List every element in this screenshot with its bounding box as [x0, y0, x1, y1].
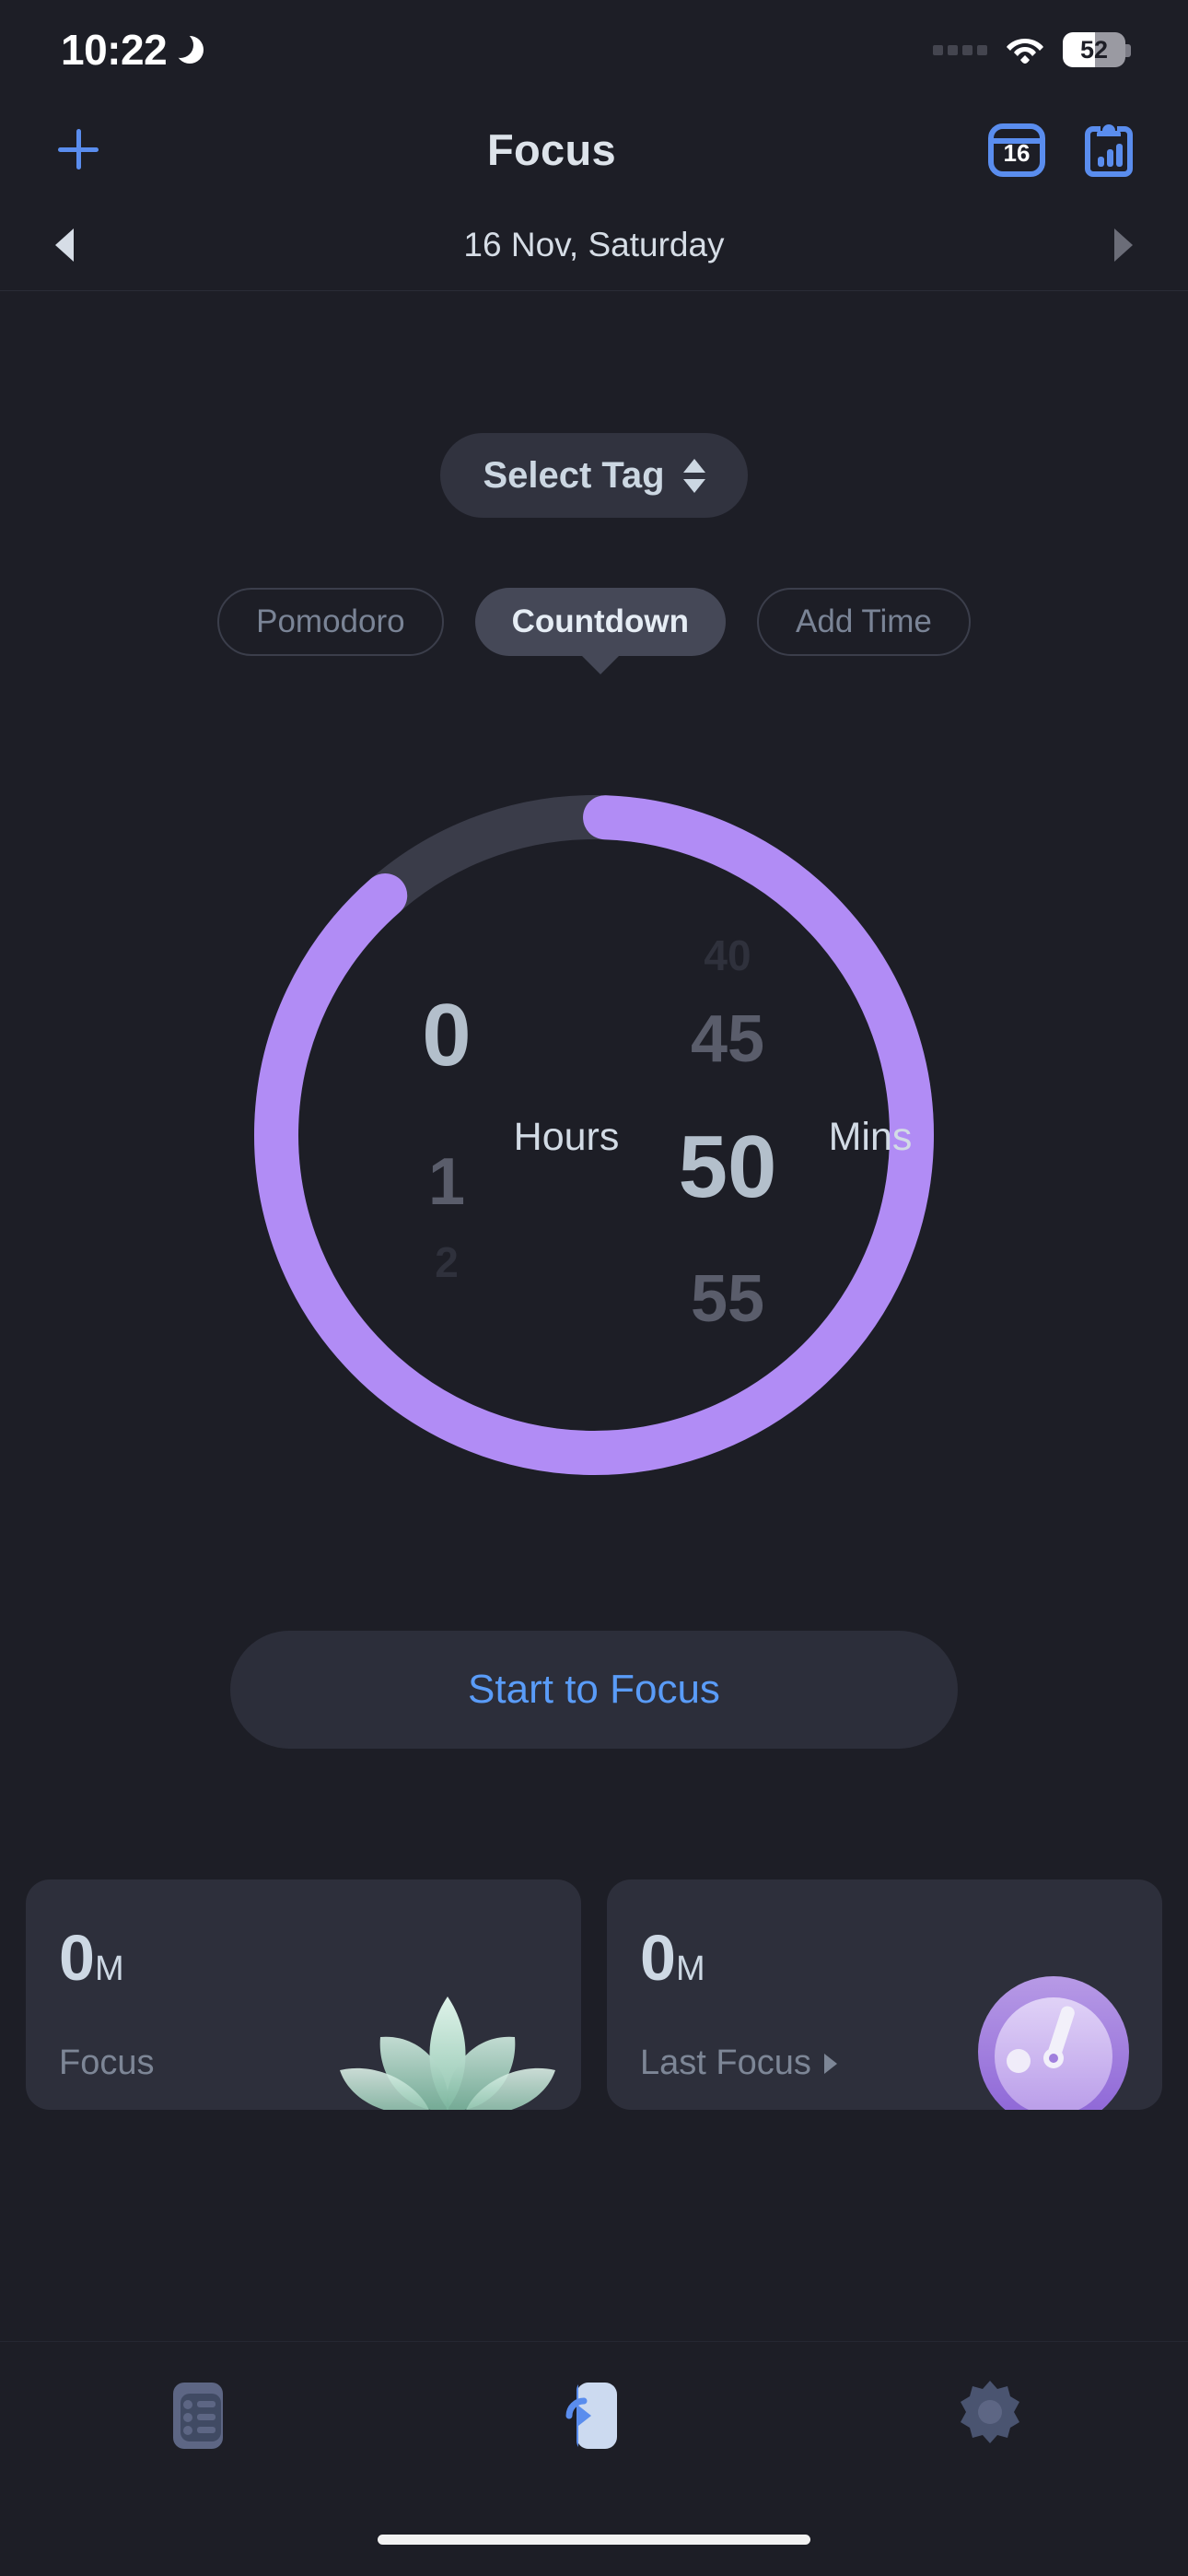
- nav-actions: 16: [988, 121, 1147, 178]
- hours-value-next: 1: [427, 1145, 466, 1220]
- tab-add-time[interactable]: Add Time: [757, 588, 971, 656]
- minutes-value-prev: 45: [690, 1001, 765, 1076]
- tab-pomodoro-label: Pomodoro: [256, 603, 405, 639]
- prev-day-button[interactable]: [37, 217, 92, 273]
- mode-tabs: Pomodoro Countdown Add Time: [0, 588, 1188, 656]
- clipboard-chart-icon[interactable]: [1080, 121, 1137, 178]
- status-bar-left: 10:22: [61, 25, 204, 75]
- page-title: Focus: [487, 124, 616, 174]
- task-list-icon: [173, 2383, 223, 2449]
- crescent-moon-icon: [168, 32, 204, 64]
- focus-stat-card[interactable]: 0 M Focus: [26, 1879, 581, 2110]
- tab-settings[interactable]: [792, 2379, 1188, 2445]
- lotus-illustration: [323, 1989, 572, 2110]
- status-bar-right: 52: [933, 32, 1131, 67]
- nav-bar: Focus 16: [0, 100, 1188, 199]
- start-to-focus-label: Start to Focus: [468, 1667, 720, 1712]
- hours-value-far: 2: [435, 1238, 459, 1287]
- minutes-unit-label: Mins: [828, 1115, 913, 1159]
- focus-stat-value-group: 0 M: [59, 1926, 124, 1990]
- next-day-button[interactable]: [1096, 217, 1151, 273]
- minutes-value-selected: 50: [678, 1117, 777, 1216]
- calendar-icon[interactable]: 16: [988, 121, 1045, 178]
- chevron-right-icon: [1114, 228, 1133, 262]
- app-screen: 10:22 52 Focus 16 16 Nov, Saturday Selec…: [0, 0, 1188, 2576]
- focus-stat-value: 0: [59, 1922, 95, 1994]
- select-tag-button[interactable]: Select Tag: [440, 433, 748, 518]
- last-focus-stat-label-group[interactable]: Last Focus: [640, 2043, 837, 2083]
- last-focus-stat-label: Last Focus: [640, 2043, 811, 2082]
- select-tag-label: Select Tag: [483, 454, 665, 496]
- timer-dial[interactable]: 0 1 2 40 45 50 55 Hours Mins: [216, 757, 972, 1513]
- battery-icon: 52: [1063, 32, 1131, 67]
- date-nav: 16 Nov, Saturday: [0, 199, 1188, 291]
- home-indicator: [378, 2535, 810, 2545]
- focus-timer-icon: [565, 2383, 617, 2449]
- last-focus-stat-value: 0: [640, 1922, 676, 1994]
- start-button-row: Start to Focus: [0, 1631, 1188, 1749]
- calendar-day-number: 16: [1003, 139, 1031, 167]
- last-focus-stat-card[interactable]: 0 M Last Focus: [607, 1879, 1162, 2110]
- tab-focus[interactable]: [396, 2379, 792, 2453]
- minutes-value-far-prev: 40: [704, 931, 751, 980]
- tab-countdown-label: Countdown: [511, 603, 690, 639]
- focus-stat-label-group: Focus: [59, 2043, 154, 2083]
- minutes-value-next: 55: [690, 1261, 765, 1336]
- gear-icon: [961, 2381, 1019, 2443]
- last-focus-stat-value-group: 0 M: [640, 1926, 705, 1990]
- battery-percent: 52: [1079, 35, 1109, 64]
- current-date-label[interactable]: 16 Nov, Saturday: [92, 226, 1096, 264]
- tag-selector-row: Select Tag: [0, 433, 1188, 518]
- tab-countdown[interactable]: Countdown: [474, 588, 727, 656]
- tab-task[interactable]: [0, 2379, 396, 2453]
- chevron-right-small-icon: [823, 2053, 837, 2074]
- clock-illustration: [961, 1967, 1146, 2110]
- hours-value-selected: 0: [422, 986, 472, 1085]
- status-bar: 10:22 52: [0, 0, 1188, 100]
- tab-add-time-label: Add Time: [796, 603, 932, 639]
- chevron-left-icon: [55, 228, 74, 262]
- focus-stat-label: Focus: [59, 2043, 155, 2082]
- up-down-chevron-icon: [682, 458, 705, 493]
- focus-stat-unit: M: [94, 1950, 124, 1988]
- last-focus-stat-unit: M: [675, 1950, 705, 1988]
- stat-cards: 0 M Focus 0 M Last Focus: [0, 1879, 1188, 2110]
- wifi-icon: [1006, 35, 1044, 64]
- hours-unit-label: Hours: [513, 1115, 620, 1159]
- add-button[interactable]: [41, 112, 115, 186]
- status-time: 10:22: [61, 26, 168, 74]
- signal-dots-icon: [933, 44, 987, 55]
- start-to-focus-button[interactable]: Start to Focus: [230, 1631, 958, 1749]
- tab-pomodoro[interactable]: Pomodoro: [217, 588, 444, 656]
